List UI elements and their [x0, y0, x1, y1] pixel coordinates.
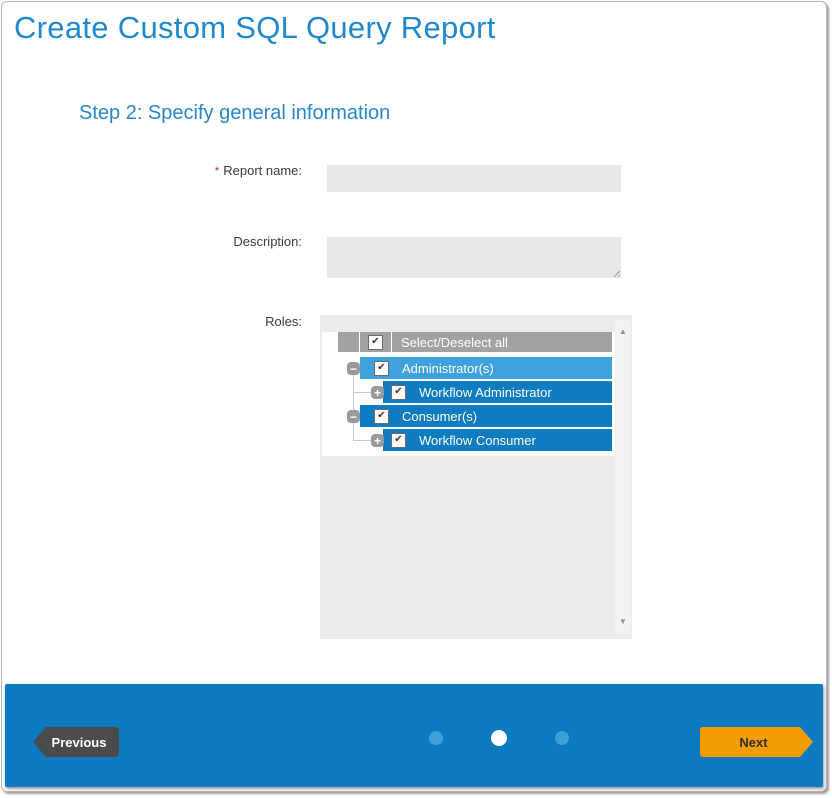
administrators-checkbox[interactable]: ✔ — [374, 361, 389, 376]
description-input[interactable] — [327, 237, 621, 278]
tree-connector-horizontal — [353, 392, 371, 393]
next-button[interactable]: Next — [700, 727, 813, 757]
workflow-administrator-checkbox[interactable]: ✔ — [391, 385, 406, 400]
scroll-down-icon[interactable]: ▼ — [615, 618, 631, 626]
tree-connector-horizontal — [353, 440, 371, 441]
select-all-checkbox[interactable]: ✔ — [368, 335, 383, 350]
tree-row-administrators[interactable]: ✔ Administrator(s) — [360, 357, 612, 379]
roles-tree: ✔ Select/Deselect all − + − + ✔ Administ… — [320, 315, 632, 639]
tree-row-label: Administrator(s) — [402, 361, 494, 376]
checkmark-icon: ✔ — [394, 435, 402, 445]
report-name-label: *Report name: — [142, 163, 302, 178]
checkmark-icon: ✔ — [371, 337, 379, 347]
consumers-checkbox[interactable]: ✔ — [374, 409, 389, 424]
tree-row-label: Workflow Administrator — [419, 385, 552, 400]
tree-row-workflow-administrator[interactable]: ✔ Workflow Administrator — [383, 381, 612, 403]
description-label-text: Description: — [233, 234, 302, 249]
description-label: Description: — [142, 234, 302, 249]
pagination-dot-active — [491, 730, 507, 746]
page-title: Create Custom SQL Query Report — [14, 10, 496, 46]
step-heading: Step 2: Specify general information — [79, 102, 390, 125]
expand-expander-icon[interactable]: + — [371, 386, 384, 399]
scroll-up-icon[interactable]: ▲ — [615, 328, 631, 336]
workflow-consumer-checkbox[interactable]: ✔ — [391, 433, 406, 448]
expand-expander-icon[interactable]: + — [371, 434, 384, 447]
pagination-dot — [555, 731, 569, 745]
required-asterisk: * — [215, 164, 220, 178]
scrollbar-track[interactable]: ▲ ▼ — [615, 320, 631, 634]
header-blank-cell — [338, 332, 359, 352]
tree-connector-vertical — [353, 375, 354, 441]
previous-button[interactable]: Previous — [33, 727, 119, 757]
pagination-dot — [429, 731, 443, 745]
roles-label: Roles: — [142, 314, 302, 329]
checkmark-icon: ✔ — [377, 363, 385, 373]
header-checkbox-cell: ✔ — [360, 332, 391, 352]
tree-row-consumers[interactable]: ✔ Consumer(s) — [360, 405, 612, 427]
checkmark-icon: ✔ — [394, 387, 402, 397]
tree-row-label: Workflow Consumer — [419, 433, 536, 448]
report-name-input[interactable] — [327, 165, 621, 192]
roles-tree-header: ✔ Select/Deselect all — [338, 332, 612, 352]
wizard-panel: Create Custom SQL Query Report Step 2: S… — [1, 1, 827, 792]
tree-row-label: Consumer(s) — [402, 409, 477, 424]
report-name-label-text: Report name: — [223, 163, 302, 178]
checkmark-icon: ✔ — [377, 411, 385, 421]
tree-row-workflow-consumer[interactable]: ✔ Workflow Consumer — [383, 429, 612, 451]
collapse-expander-icon[interactable]: − — [347, 410, 360, 423]
wizard-footer: Previous Next — [5, 684, 823, 787]
roles-label-text: Roles: — [265, 314, 302, 329]
collapse-expander-icon[interactable]: − — [347, 362, 360, 375]
select-all-label: Select/Deselect all — [392, 332, 612, 352]
